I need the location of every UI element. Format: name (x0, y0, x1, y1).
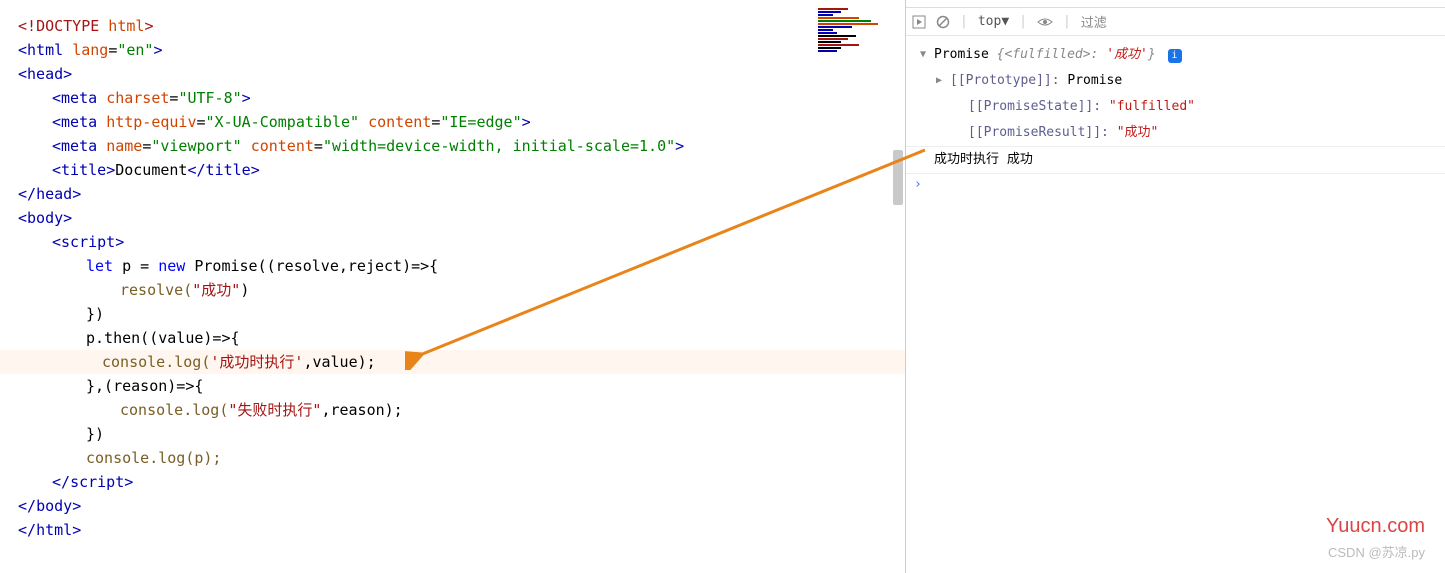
devtools-tabs[interactable] (906, 0, 1445, 8)
expand-triangle-icon[interactable]: ▼ (920, 45, 926, 65)
credit: CSDN @苏凉.py (1328, 542, 1425, 561)
doctype-open: <! (18, 17, 36, 35)
play-icon[interactable] (912, 15, 926, 29)
minimap[interactable] (818, 8, 893, 58)
console-state-row: [[PromiseState]]: "fulfilled" (906, 94, 1445, 120)
console-prototype-row[interactable]: ▶ [[Prototype]]: Promise (906, 68, 1445, 94)
expand-triangle-icon[interactable]: ▶ (936, 71, 942, 91)
console-toolbar: | top ▼ | | 过滤 (906, 8, 1445, 36)
info-badge-icon[interactable]: i (1168, 49, 1182, 63)
context-selector[interactable]: top ▼ (978, 14, 1009, 29)
console-result-row: [[PromiseResult]]: "成功" (906, 120, 1445, 147)
editor-pane: <!DOCTYPE html> <html lang="en"> <head> … (0, 0, 905, 573)
devtools-pane: | top ▼ | | 过滤 ▼ Promise {<fulfilled>: '… (905, 0, 1445, 573)
code-area[interactable]: <!DOCTYPE html> <html lang="en"> <head> … (0, 8, 905, 542)
breadcrumb[interactable] (0, 0, 905, 8)
eye-icon[interactable] (1037, 15, 1053, 29)
console-prompt[interactable]: › (906, 174, 1445, 195)
scrollbar[interactable] (891, 0, 905, 573)
console-log-row: 成功时执行 成功 (906, 147, 1445, 174)
console-body[interactable]: ▼ Promise {<fulfilled>: '成功'} i ▶ [[Prot… (906, 36, 1445, 573)
filter-input[interactable]: 过滤 (1081, 12, 1107, 31)
console-object-row[interactable]: ▼ Promise {<fulfilled>: '成功'} i (906, 42, 1445, 68)
clear-icon[interactable] (936, 15, 950, 29)
watermark: Yuucn.com (1326, 515, 1425, 538)
